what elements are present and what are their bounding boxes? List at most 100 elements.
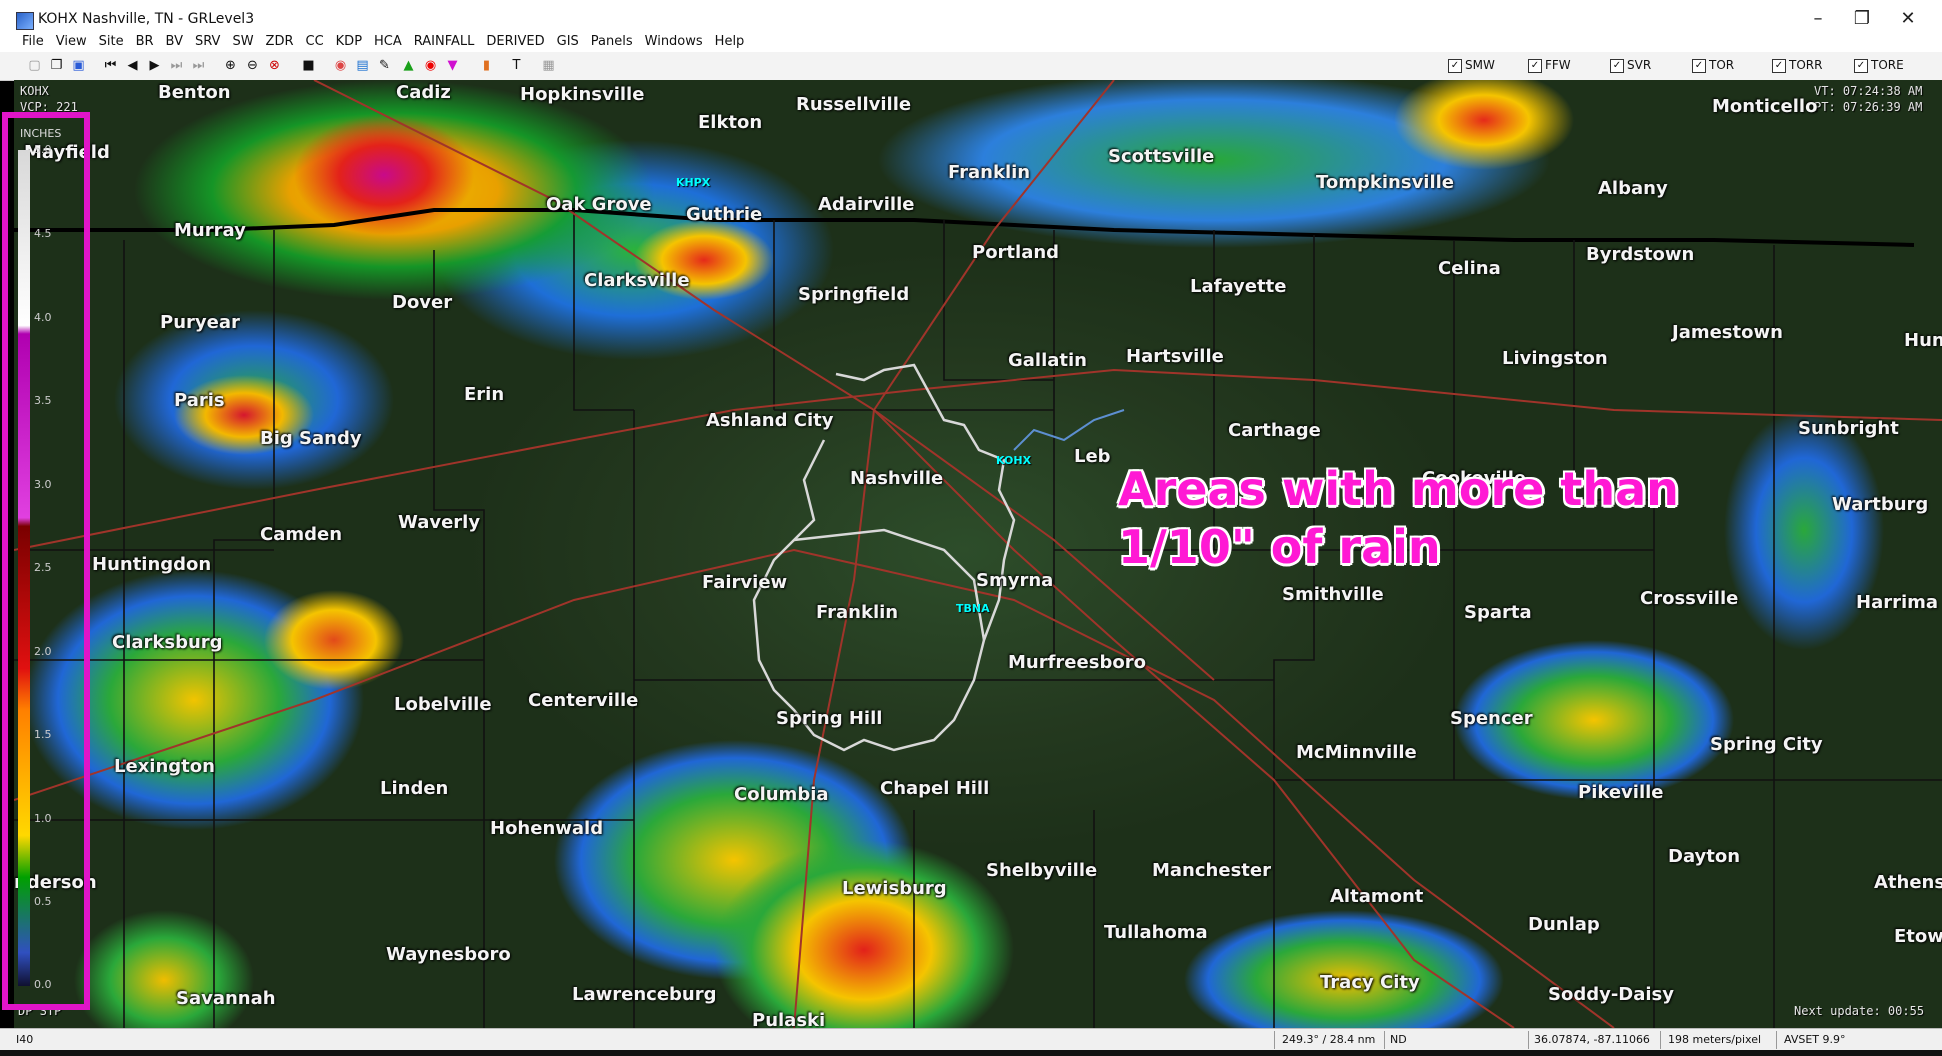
legend-unit: INCHES xyxy=(20,127,62,140)
toolbar: ▢ ❐ ▣ ⏮ ◀ ▶ ⏭ ⏭ ⊕ ⊖ ⊗ ■ ◉ ▤ ✎ ▲ ◉ ▼ ▮ T … xyxy=(0,52,1942,81)
grid-icon[interactable]: ▦ xyxy=(540,57,557,74)
menu-cc[interactable]: CC xyxy=(306,32,324,49)
legend-tick: 1.0 xyxy=(34,812,52,825)
city-label: Spencer xyxy=(1450,708,1533,729)
window-title: KOHX Nashville, TN - GRLevel3 xyxy=(38,11,255,27)
menu-rainfall[interactable]: RAINFALL xyxy=(414,32,475,49)
city-label: Byrdstown xyxy=(1586,244,1695,265)
warning-tore-toggle[interactable]: ✓ TORE xyxy=(1854,58,1904,73)
pen-icon[interactable]: ✎ xyxy=(376,57,393,74)
city-label: Dover xyxy=(392,292,453,313)
maximize-button[interactable]: ❐ xyxy=(1842,6,1882,32)
circle-red-icon[interactable]: ◉ xyxy=(422,57,439,74)
city-label: Monticello xyxy=(1712,96,1818,117)
menu-help[interactable]: Help xyxy=(715,32,745,49)
legend-tick: 2.0 xyxy=(34,645,52,658)
city-label: Tullahoma xyxy=(1104,922,1208,943)
warning-ffw-toggle[interactable]: ✓ FFW xyxy=(1528,58,1571,73)
city-label: Adairville xyxy=(818,194,915,215)
checkbox-icon: ✓ xyxy=(1772,58,1786,73)
city-label: Nashville xyxy=(850,468,944,489)
checkbox-icon: ✓ xyxy=(1528,58,1542,73)
city-label: Chapel Hill xyxy=(880,778,990,799)
warning-torr-toggle[interactable]: ✓ TORR xyxy=(1772,58,1822,73)
menu-view[interactable]: View xyxy=(56,32,87,49)
city-label: Lafayette xyxy=(1190,276,1287,297)
city-label: Ashland City xyxy=(706,410,834,431)
triangle-green-icon[interactable]: ▲ xyxy=(400,57,417,74)
city-label: Sparta xyxy=(1464,602,1532,623)
city-label: Jamestown xyxy=(1672,322,1783,343)
radar-map[interactable]: KOHX VCP: 221 VT: 07:24:38 AM PT: 07:26:… xyxy=(14,80,1942,1028)
city-label: Pikeville xyxy=(1578,782,1664,803)
play-icon[interactable]: ▶ xyxy=(146,57,163,74)
zoom-reset-icon[interactable]: ⊗ xyxy=(266,57,283,74)
city-label: Shelbyville xyxy=(986,860,1098,881)
city-label: Scottsville xyxy=(1108,146,1215,167)
copy-icon[interactable]: ▢ xyxy=(26,57,43,74)
city-label: Puryear xyxy=(160,312,240,333)
legend-tick: 2.5 xyxy=(34,561,52,574)
city-label: Leb xyxy=(1074,446,1111,467)
fill-icon[interactable]: ▮ xyxy=(478,57,495,74)
zoom-in-icon[interactable]: ⊕ xyxy=(222,57,239,74)
zoom-out-icon[interactable]: ⊖ xyxy=(244,57,261,74)
next-frame-icon[interactable]: ⏭ xyxy=(168,57,185,74)
city-label: Smithville xyxy=(1282,584,1384,605)
warning-tor-toggle[interactable]: ✓ TOR xyxy=(1692,58,1734,73)
radar-icon[interactable]: ◉ xyxy=(332,57,349,74)
city-label: Sunbright xyxy=(1798,418,1899,439)
city-label: Celina xyxy=(1438,258,1501,279)
legend-tick: 4.0 xyxy=(34,311,52,324)
city-label: Crossville xyxy=(1640,588,1739,609)
menu-br[interactable]: BR xyxy=(136,32,154,49)
menu-kdp[interactable]: KDP xyxy=(336,32,362,49)
menu-srv[interactable]: SRV xyxy=(195,32,220,49)
copy-image-icon[interactable]: ❐ xyxy=(48,57,65,74)
warning-svr-toggle[interactable]: ✓ SVR xyxy=(1610,58,1651,73)
last-frame-icon[interactable]: ⏭ xyxy=(190,57,207,74)
menu-site[interactable]: Site xyxy=(99,32,124,49)
menu-derived[interactable]: DERIVED xyxy=(486,32,544,49)
radar-site-khpx[interactable]: KHPX xyxy=(676,176,710,189)
warning-smw-toggle[interactable]: ✓ SMW xyxy=(1448,58,1495,73)
menu-file[interactable]: File xyxy=(22,32,44,49)
next-update: Next update: 00:55 xyxy=(1794,1004,1925,1018)
city-label: Oak Grove xyxy=(546,194,652,215)
minimize-button[interactable]: – xyxy=(1798,6,1838,32)
close-button[interactable]: ✕ xyxy=(1888,6,1928,32)
menu-windows[interactable]: Windows xyxy=(645,32,703,49)
city-label: Savannah xyxy=(176,988,276,1009)
menu-zdr[interactable]: ZDR xyxy=(266,32,294,49)
city-label: Livingston xyxy=(1502,348,1608,369)
checkbox-icon: ✓ xyxy=(1610,58,1624,73)
city-label: Soddy-Daisy xyxy=(1548,984,1675,1005)
city-label: Spring Hill xyxy=(776,708,883,729)
city-label: Spring City xyxy=(1710,734,1823,755)
menu-bv[interactable]: BV xyxy=(166,32,183,49)
menu-panels[interactable]: Panels xyxy=(591,32,633,49)
city-label: Franklin xyxy=(948,162,1031,183)
first-frame-icon[interactable]: ⏮ xyxy=(102,57,119,74)
export-icon[interactable]: ▣ xyxy=(70,57,87,74)
stop-icon[interactable]: ■ xyxy=(300,57,317,74)
valid-time: VT: 07:24:38 AM xyxy=(1814,84,1923,98)
radar-site-tbna[interactable]: TBNA xyxy=(956,602,990,615)
menu-hca[interactable]: HCA xyxy=(374,32,402,49)
legend-tick: 3.0 xyxy=(34,478,52,491)
process-time: PT: 07:26:39 AM xyxy=(1814,100,1923,114)
text-icon[interactable]: T xyxy=(508,57,525,74)
radar-site-kohx[interactable]: KOHX xyxy=(996,454,1031,467)
status-coords: 36.07874, -87.11066 xyxy=(1534,1033,1650,1046)
prev-frame-icon[interactable]: ◀ xyxy=(124,57,141,74)
menu-sw[interactable]: SW xyxy=(232,32,253,49)
city-label: Murray xyxy=(174,220,246,241)
triangle-magenta-icon[interactable]: ▼ xyxy=(444,57,461,74)
city-label: Clarksburg xyxy=(112,632,223,653)
city-label: Big Sandy xyxy=(260,428,362,449)
annotation-line-2: 1/10" of rain xyxy=(1118,520,1441,574)
layers-icon[interactable]: ▤ xyxy=(354,57,371,74)
app-icon xyxy=(16,12,34,30)
city-label: Springfield xyxy=(798,284,910,305)
menu-gis[interactable]: GIS xyxy=(557,32,579,49)
